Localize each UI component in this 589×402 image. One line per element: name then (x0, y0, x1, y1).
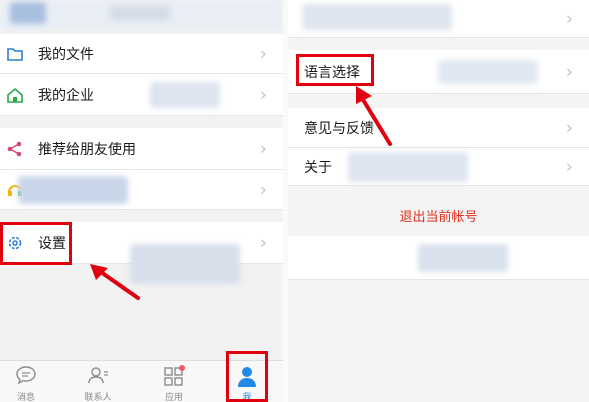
chevron-right-icon: › (565, 156, 573, 177)
blurred-avatar (10, 2, 46, 24)
tab-contacts[interactable]: 联系人 (72, 361, 124, 402)
home-icon (7, 87, 23, 103)
right-bottom-blurred-row (288, 236, 589, 280)
menu-my-files-label: 我的文件 (38, 46, 94, 63)
highlight-language (296, 54, 374, 86)
menu-blurred-item[interactable]: › (0, 170, 283, 210)
chevron-right-icon: › (259, 232, 267, 253)
menu-recommend-friends-label: 推荐给朋友使用 (38, 141, 136, 158)
highlight-settings (0, 222, 72, 265)
settings-left-panel: 我的文件 › 我的企业 › 推荐给朋友使用 › › 设置 › 消息 联系人 应用… (0, 0, 283, 402)
tab-messages-label: 消息 (16, 393, 35, 402)
logout-button[interactable]: 退出当前帐号 (288, 206, 589, 225)
menu-my-company-label: 我的企业 (38, 87, 94, 104)
chevron-right-icon: › (565, 117, 573, 138)
share-icon (7, 141, 22, 156)
tab-contacts-label: 联系人 (84, 393, 112, 402)
blurred-company (150, 82, 220, 108)
chat-bubble-icon (16, 366, 36, 385)
folder-icon (7, 47, 23, 61)
chevron-right-icon: › (565, 61, 573, 82)
blurred-row-value (348, 152, 468, 182)
tab-messages[interactable]: 消息 (0, 361, 52, 402)
menu-feedback[interactable]: 意见与反馈 › (288, 108, 589, 148)
blurred-row-text (418, 244, 508, 272)
chevron-right-icon: › (259, 43, 267, 64)
blurred-menu-text (18, 176, 128, 204)
right-top-blurred-row[interactable]: › (288, 0, 589, 38)
menu-my-files[interactable]: 我的文件 › (0, 34, 283, 74)
menu-my-company[interactable]: 我的企业 › (0, 74, 283, 116)
apps-grid-icon (164, 365, 185, 386)
tab-apps[interactable]: 应用 (148, 361, 200, 402)
chevron-right-icon: › (259, 138, 267, 159)
chevron-right-icon: › (565, 8, 573, 29)
menu-about-label: 关于 (304, 159, 332, 176)
chevron-right-icon: › (259, 84, 267, 105)
blurred-area (130, 244, 240, 284)
menu-about[interactable]: 关于 › (288, 148, 589, 186)
menu-recommend-friends[interactable]: 推荐给朋友使用 › (0, 128, 283, 170)
settings-right-panel: › 语言选择 › 意见与反馈 › 关于 › 退出当前帐号 (288, 0, 589, 402)
highlight-me-tab (226, 351, 268, 402)
contacts-icon (88, 367, 108, 384)
chevron-right-icon: › (259, 179, 267, 200)
blurred-row-text (302, 4, 452, 30)
arrow-annotation (356, 86, 392, 146)
tab-apps-label: 应用 (164, 393, 183, 402)
arrow-annotation (90, 264, 140, 300)
blurred-name (110, 6, 170, 20)
blurred-row-value (438, 60, 538, 84)
